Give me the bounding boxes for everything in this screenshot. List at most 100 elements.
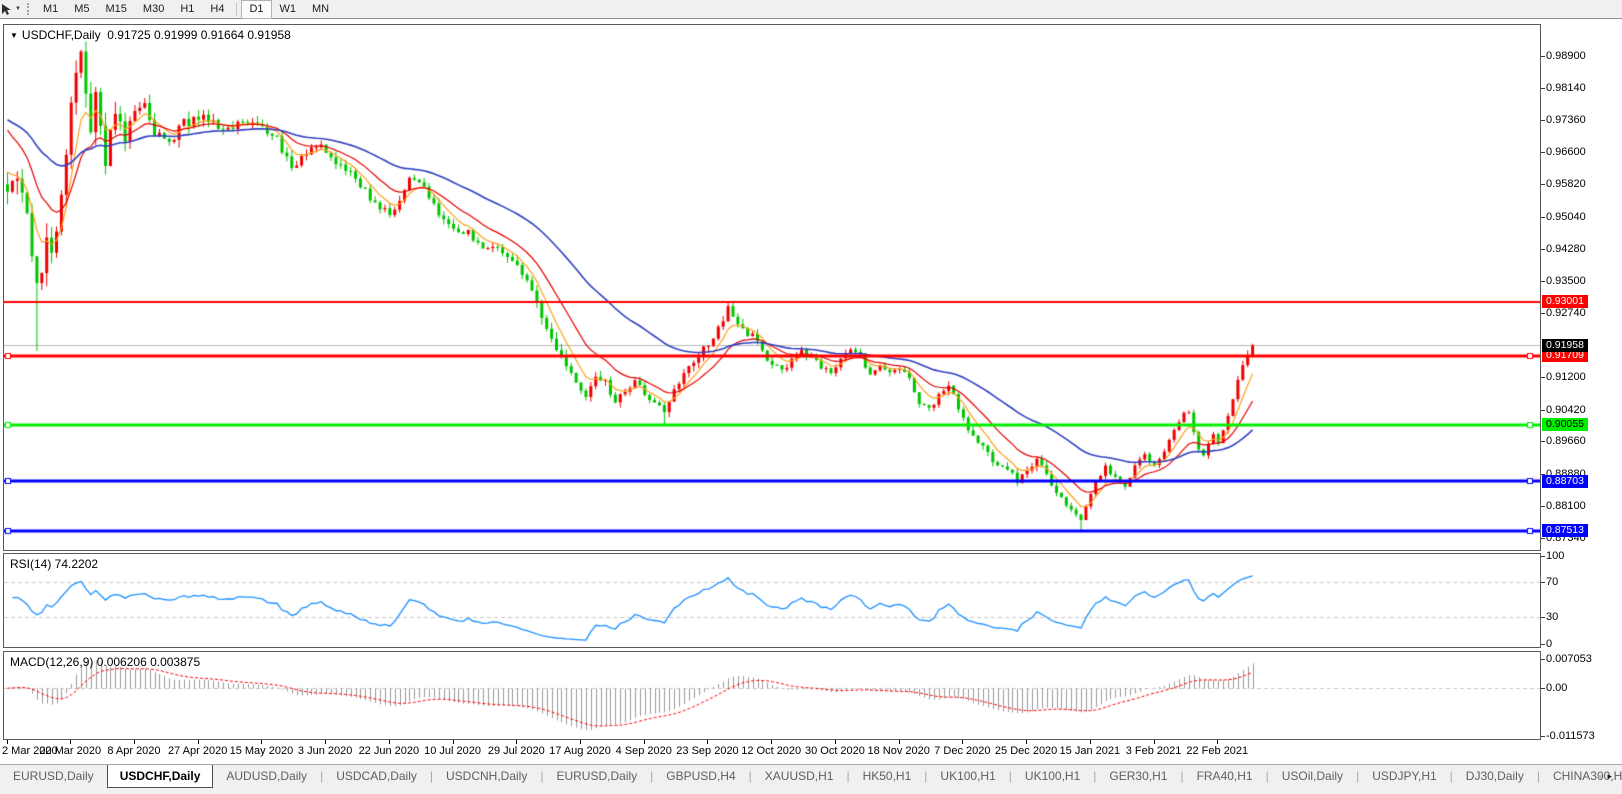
date-label: 3 Jun 2020: [298, 745, 352, 757]
hline-price-tag[interactable]: 0.87513: [1542, 524, 1588, 537]
date-label: 18 Nov 2020: [867, 745, 929, 757]
date-label: 3 Feb 2021: [1126, 745, 1182, 757]
hline-price-tag[interactable]: 0.93001: [1542, 295, 1588, 308]
chart-tab-ger30-h1[interactable]: GER30,H1: [1096, 765, 1180, 788]
rsi-level-label: 30: [1546, 611, 1558, 623]
price-tick-label: 0.97360: [1546, 114, 1586, 126]
chart-tab-bar: EURUSD,DailyUSDCHF,DailyAUDUSD,Daily|USD…: [0, 764, 1622, 794]
timeframe-button-m1[interactable]: M1: [35, 0, 66, 19]
date-tick: [1026, 740, 1027, 744]
date-tick: [835, 740, 836, 744]
date-tick: [707, 740, 708, 744]
toolbar-separator: [236, 3, 237, 16]
macd-level-label: 0.007053: [1546, 653, 1592, 665]
chart-tab-usdcad-daily[interactable]: USDCAD,Daily: [323, 765, 430, 788]
main-chart-pane[interactable]: ▼USDCHF,Daily 0.91725 0.91999 0.91664 0.…: [3, 24, 1541, 551]
date-tick: [1154, 740, 1155, 744]
date-tick: [70, 740, 71, 744]
chart-tab-gbpusd-h4[interactable]: GBPUSD,H4: [653, 765, 748, 788]
price-tick-label: 0.93500: [1546, 275, 1586, 287]
date-tick: [389, 740, 390, 744]
chart-tab-xauusd-h1[interactable]: XAUUSD,H1: [752, 765, 847, 788]
tab-scroll-left-icon[interactable]: ◂: [1597, 771, 1608, 781]
date-label: 25 Dec 2020: [995, 745, 1057, 757]
date-label: 12 Oct 2020: [741, 745, 801, 757]
date-tick: [134, 740, 135, 744]
price-tick-label: 0.98140: [1546, 82, 1586, 94]
date-label: 22 Jun 2020: [359, 745, 420, 757]
date-label: 15 May 2020: [230, 745, 294, 757]
chart-tab-fra40-h1[interactable]: FRA40,H1: [1184, 765, 1266, 788]
rsi-level-label: 70: [1546, 576, 1558, 588]
date-label: 8 Apr 2020: [107, 745, 160, 757]
rsi-indicator-pane[interactable]: RSI(14) 74.2202: [3, 553, 1541, 648]
top-toolbar: ▼ M1M5M15M30H1H4 D1W1MN: [0, 0, 1622, 19]
date-tick: [580, 740, 581, 744]
date-label: 17 Aug 2020: [549, 745, 611, 757]
date-label: 27 Apr 2020: [168, 745, 227, 757]
timeframe-button-w1[interactable]: W1: [272, 0, 305, 19]
chart-tab-uk100-h1[interactable]: UK100,H1: [927, 765, 1008, 788]
macd-level-label: 0.00: [1546, 682, 1567, 694]
timeframe-button-h4[interactable]: H4: [202, 0, 232, 19]
date-tick: [261, 740, 262, 744]
chart-tab-audusd-daily[interactable]: AUDUSD,Daily: [213, 765, 320, 788]
chart-tab-usoil-daily[interactable]: USOil,Daily: [1269, 765, 1356, 788]
chart-tab-eurusd-daily[interactable]: EURUSD,Daily: [543, 765, 650, 788]
timeframe-button-d1[interactable]: D1: [241, 0, 271, 19]
date-label: 22 Feb 2021: [1186, 745, 1248, 757]
timeframe-button-h1[interactable]: H1: [172, 0, 202, 19]
timeframe-group-daily: D1W1MN: [241, 0, 337, 19]
tab-scroll-right-icon[interactable]: ▸: [1607, 771, 1618, 781]
hline-price-tag[interactable]: 0.90055: [1542, 418, 1588, 431]
date-tick: [453, 740, 454, 744]
date-label: 15 Jan 2021: [1060, 745, 1121, 757]
rsi-title: RSI(14) 74.2202: [10, 557, 98, 571]
macd-title: MACD(12,26,9) 0.006206 0.003875: [10, 655, 200, 669]
date-tick: [516, 740, 517, 744]
price-tick-label: 0.94280: [1546, 243, 1586, 255]
cursor-icon: [0, 3, 12, 16]
date-tick: [644, 740, 645, 744]
date-label: 4 Sep 2020: [616, 745, 672, 757]
rsi-chart-canvas[interactable]: [4, 554, 1540, 647]
price-tick-label: 0.96600: [1546, 146, 1586, 158]
timeframe-button-mn[interactable]: MN: [304, 0, 337, 19]
date-label: 29 Jul 2020: [488, 745, 545, 757]
price-tick-label: 0.89660: [1546, 435, 1586, 447]
hline-price-tag[interactable]: 0.88703: [1542, 475, 1588, 488]
macd-level-label: -0.011573: [1546, 730, 1595, 742]
timeframe-button-m30[interactable]: M30: [135, 0, 172, 19]
macd-chart-canvas[interactable]: [4, 652, 1540, 739]
timeframe-button-m15[interactable]: M15: [98, 0, 135, 19]
macd-indicator-pane[interactable]: MACD(12,26,9) 0.006206 0.003875: [3, 651, 1541, 740]
date-label: 10 Jul 2020: [424, 745, 481, 757]
chart-collapse-icon[interactable]: ▼: [10, 31, 18, 40]
candlestick-chart-canvas[interactable]: [4, 25, 1540, 550]
toolbar-grip: [27, 3, 29, 15]
timeframe-button-m5[interactable]: M5: [66, 0, 97, 19]
chart-tab-eurusd-daily[interactable]: EURUSD,Daily: [0, 765, 107, 788]
current-price-tag: 0.91958: [1542, 339, 1588, 352]
date-tick: [1090, 740, 1091, 744]
date-label: 20 Mar 2020: [39, 745, 101, 757]
date-tick: [325, 740, 326, 744]
date-tick: [1217, 740, 1218, 744]
chart-tab-usdchf-daily[interactable]: USDCHF,Daily: [107, 765, 214, 788]
price-tick-label: 0.95820: [1546, 178, 1586, 190]
chart-tab-uk100-h1[interactable]: UK100,H1: [1012, 765, 1093, 788]
timeframe-group-minutes: M1M5M15M30H1H4: [35, 0, 233, 19]
date-label: 23 Sep 2020: [676, 745, 738, 757]
cursor-tool-button[interactable]: [0, 1, 14, 17]
chart-tab-hk50-h1[interactable]: HK50,H1: [850, 765, 925, 788]
chart-tabs: EURUSD,DailyUSDCHF,DailyAUDUSD,Daily|USD…: [0, 765, 1622, 788]
chart-tab-usdcnh-daily[interactable]: USDCNH,Daily: [433, 765, 540, 788]
cursor-tool-caret-icon[interactable]: ▼: [14, 1, 25, 17]
price-tick-label: 0.91200: [1546, 371, 1586, 383]
chart-tab-usdjpy-h1[interactable]: USDJPY,H1: [1359, 765, 1449, 788]
date-label: 30 Oct 2020: [805, 745, 865, 757]
date-tick: [7, 740, 8, 744]
chart-tab-dj30-daily[interactable]: DJ30,Daily: [1453, 765, 1537, 788]
price-tick-label: 0.88100: [1546, 500, 1586, 512]
chart-ohlc-values: 0.91725 0.91999 0.91664 0.91958: [107, 28, 291, 42]
